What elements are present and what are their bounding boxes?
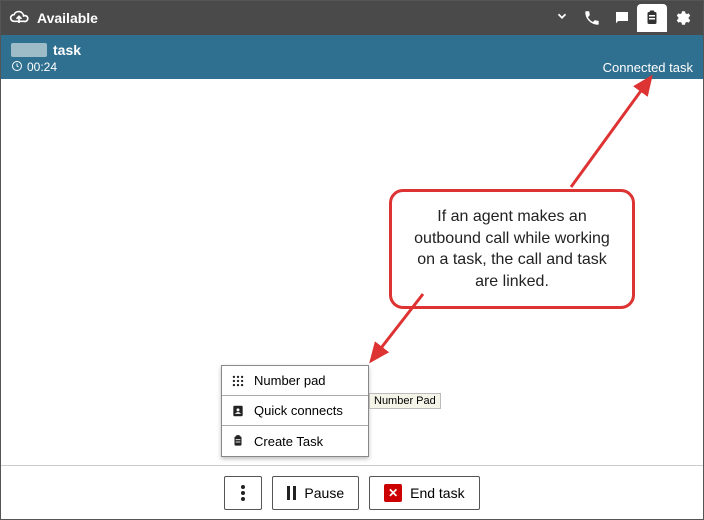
action-popup: Number pad Quick connects Create Task — [221, 365, 369, 457]
status-text: Available — [37, 10, 98, 26]
chat-icon[interactable] — [607, 4, 637, 32]
task-timer: 00:24 — [27, 60, 57, 74]
chevron-down-icon — [555, 9, 569, 28]
phone-icon[interactable] — [577, 4, 607, 32]
pause-button[interactable]: Pause — [272, 476, 359, 510]
top-bar: Available — [1, 1, 703, 35]
main-area: If an agent makes an outbound call while… — [1, 79, 703, 465]
gear-icon[interactable] — [667, 4, 697, 32]
clipboard-icon — [230, 433, 246, 449]
status-selector[interactable]: Available — [37, 9, 577, 28]
popup-label: Create Task — [254, 434, 323, 449]
top-icon-row — [577, 4, 697, 32]
task-title: task — [53, 42, 81, 58]
footer-bar: Pause ✕ End task — [1, 465, 703, 519]
end-task-button[interactable]: ✕ End task — [369, 476, 479, 510]
contacts-icon — [230, 403, 246, 419]
annotation-arrow-up — [541, 67, 681, 207]
popup-label: Number pad — [254, 373, 326, 388]
end-label: End task — [410, 485, 464, 501]
popup-quick-connects[interactable]: Quick connects — [222, 396, 368, 426]
task-icon[interactable] — [637, 4, 667, 32]
dialpad-icon — [230, 373, 246, 389]
pause-icon — [287, 486, 296, 500]
popup-number-pad[interactable]: Number pad — [222, 366, 368, 396]
pause-label: Pause — [304, 485, 344, 501]
app-frame: Available task — [0, 0, 704, 520]
popup-label: Quick connects — [254, 403, 343, 418]
task-badge — [11, 43, 47, 57]
close-icon: ✕ — [384, 484, 402, 502]
popup-create-task[interactable]: Create Task — [222, 426, 368, 456]
cloud-icon — [9, 8, 29, 28]
clock-icon — [11, 60, 23, 75]
tooltip: Number Pad — [369, 393, 441, 409]
more-actions-button[interactable] — [224, 476, 262, 510]
